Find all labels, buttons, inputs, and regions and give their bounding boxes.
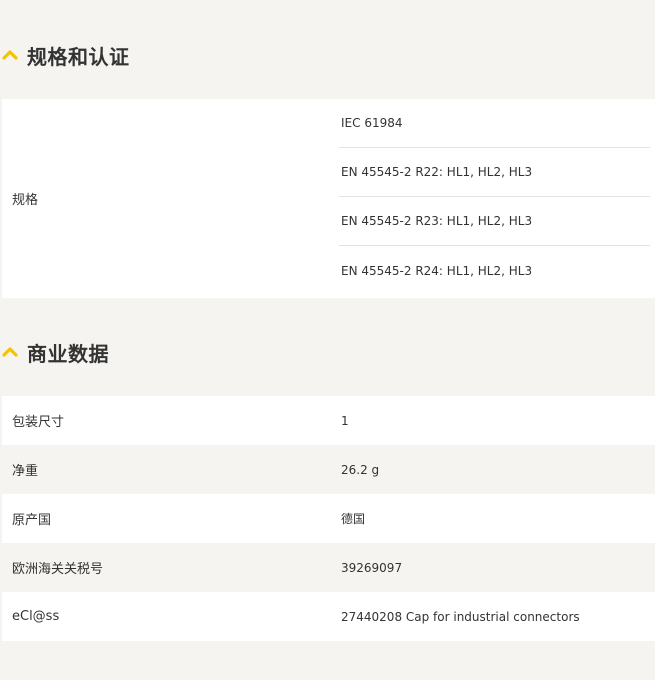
row-value: 27440208 Cap for industrial connectors bbox=[341, 609, 580, 624]
section-title: 商业数据 bbox=[27, 341, 109, 366]
spec-value: EN 45545-2 R22: HL1, HL2, HL3 bbox=[339, 148, 650, 197]
row-key: 原产国 bbox=[12, 513, 52, 528]
row-value: 1 bbox=[341, 413, 349, 428]
spec-label: 规格 bbox=[12, 193, 39, 208]
table-row: 包装尺寸 1 bbox=[2, 396, 655, 445]
table-row: eCl@ss 27440208 Cap for industrial conne… bbox=[2, 592, 655, 641]
row-value: 39269097 bbox=[341, 560, 403, 575]
section-header-business-data[interactable]: 商业数据 bbox=[2, 337, 109, 367]
spec-value: EN 45545-2 R24: HL1, HL2, HL3 bbox=[341, 263, 533, 278]
row-key: 净重 bbox=[12, 464, 39, 479]
chevron-up-icon[interactable] bbox=[2, 345, 20, 359]
table-row: 欧洲海关关税号 39269097 bbox=[2, 543, 655, 592]
row-value: 26.2 g bbox=[341, 462, 380, 477]
page: { "sections": { "cert": { "title": "规格和认… bbox=[0, 0, 655, 680]
certifications-table: 规格 IEC 61984 EN 45545-2 R22: HL1, HL2, H… bbox=[2, 99, 655, 298]
section-title: 规格和认证 bbox=[27, 44, 130, 69]
section-header-certifications[interactable]: 规格和认证 bbox=[2, 40, 130, 70]
spec-values-list: IEC 61984 EN 45545-2 R22: HL1, HL2, HL3 … bbox=[339, 99, 650, 295]
row-value: 德国 bbox=[341, 512, 366, 526]
spec-value: EN 45545-2 R23: HL1, HL2, HL3 bbox=[339, 197, 650, 246]
row-key: 欧洲海关关税号 bbox=[12, 562, 104, 577]
business-data-table: 包装尺寸 1 净重 26.2 g 原产国 德国 欧洲海关关税号 39269097… bbox=[2, 396, 655, 641]
table-row: 原产国 德国 bbox=[2, 494, 655, 543]
chevron-up-icon[interactable] bbox=[2, 48, 20, 62]
table-row: 净重 26.2 g bbox=[2, 445, 655, 494]
spec-value: IEC 61984 bbox=[339, 99, 650, 148]
row-key: eCl@ss bbox=[12, 609, 60, 624]
row-key: 包装尺寸 bbox=[12, 415, 65, 430]
